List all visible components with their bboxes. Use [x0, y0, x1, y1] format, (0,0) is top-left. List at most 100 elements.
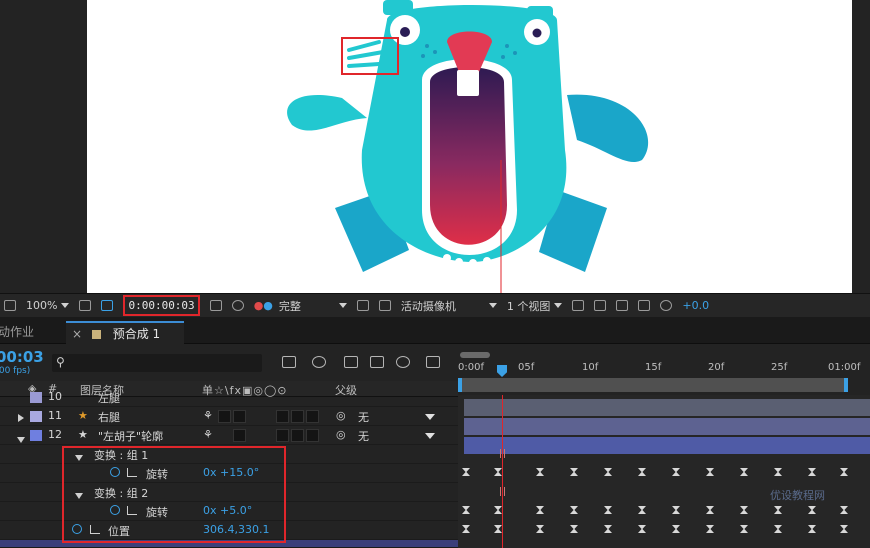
switch-box[interactable]: [276, 410, 289, 423]
views-select[interactable]: 1 个视图: [507, 296, 567, 316]
layer-name[interactable]: 右腿: [98, 409, 120, 425]
expand-arrow-icon[interactable]: [18, 414, 24, 422]
keyframe-icon[interactable]: [740, 468, 748, 476]
layer-bar-11[interactable]: [464, 418, 870, 435]
keyframe-icon[interactable]: [638, 468, 646, 476]
layer-color-label[interactable]: [30, 430, 42, 441]
monitor-icon[interactable]: [4, 296, 20, 316]
switch-box[interactable]: [291, 429, 304, 442]
shy-layers-icon[interactable]: [344, 356, 358, 368]
keyframe-icon[interactable]: [706, 525, 714, 533]
graph-editor-icon[interactable]: [426, 356, 440, 368]
keyframe-icon[interactable]: [462, 506, 470, 514]
keyframe-icon[interactable]: [536, 525, 544, 533]
mask-icon[interactable]: [101, 296, 117, 316]
shy-switch-icon[interactable]: ⚘: [203, 428, 213, 441]
keyframe-icon[interactable]: [672, 525, 680, 533]
time-ruler[interactable]: 0:00f 05f 10f 15f 20f 25f 01:00f: [458, 344, 870, 395]
keyframe-icon[interactable]: [604, 468, 612, 476]
keyframe-icon[interactable]: [536, 506, 544, 514]
keyframe-icon[interactable]: [672, 468, 680, 476]
keyframe-icon[interactable]: [808, 525, 816, 533]
layer-row[interactable]: 12 ★ "左胡子"轮廓 ⚘ ◎ 无: [0, 426, 458, 445]
transparency-grid-icon[interactable]: [378, 296, 395, 316]
chevron-down-icon[interactable]: [425, 433, 435, 439]
layer-name[interactable]: 左腿: [98, 390, 120, 406]
layer-bar-12[interactable]: [464, 437, 870, 454]
keyframe-icon[interactable]: [706, 506, 714, 514]
keyframe-icon[interactable]: [536, 468, 544, 476]
switch-box[interactable]: [291, 410, 304, 423]
zoom-select[interactable]: 100%: [26, 296, 73, 316]
resolution-select[interactable]: 完整: [279, 296, 351, 316]
collapse-arrow-icon[interactable]: [17, 437, 25, 443]
layer-row[interactable]: 10 左腿: [0, 388, 458, 407]
chevron-down-icon[interactable]: [425, 414, 435, 420]
parent-select[interactable]: 无: [358, 409, 369, 425]
motion-blur-icon[interactable]: [396, 356, 410, 368]
keyframe-icon[interactable]: [638, 506, 646, 514]
layer-color-label[interactable]: [30, 392, 42, 403]
switch-box[interactable]: [233, 410, 246, 423]
pick-whip-icon[interactable]: ◎: [336, 409, 346, 422]
layer-row[interactable]: 11 ★ 右腿 ⚘ ◎ 无: [0, 407, 458, 426]
color-channels-icon[interactable]: ● ●: [254, 296, 273, 316]
draft-3d-icon[interactable]: [312, 356, 326, 368]
tab-render-queue[interactable]: 动作业: [0, 321, 40, 344]
current-time[interactable]: 00:03: [0, 348, 44, 366]
keyframe-icon[interactable]: [774, 468, 782, 476]
layer-color-label[interactable]: [30, 411, 42, 422]
keyframe-icon[interactable]: [808, 506, 816, 514]
exposure-value[interactable]: +0.0: [682, 296, 709, 316]
zoom-slider[interactable]: [460, 352, 490, 358]
keyframe-icon[interactable]: [840, 506, 848, 514]
keyframe-icon[interactable]: [840, 525, 848, 533]
keyframe-icon[interactable]: [774, 525, 782, 533]
keyframe-icon[interactable]: [638, 525, 646, 533]
switch-box[interactable]: [306, 410, 319, 423]
parent-select[interactable]: 无: [358, 428, 369, 444]
work-area-end-handle[interactable]: [844, 378, 848, 392]
switch-box[interactable]: [218, 410, 231, 423]
timecode-display[interactable]: 0:00:00:03: [123, 295, 200, 316]
fast-preview-icon[interactable]: [594, 296, 610, 316]
keyframe-icon[interactable]: [672, 506, 680, 514]
camera-select[interactable]: 活动摄像机: [401, 296, 501, 316]
work-area-bar[interactable]: [458, 378, 846, 392]
region-icon[interactable]: [356, 296, 373, 316]
link-icon[interactable]: [231, 296, 248, 316]
switch-box[interactable]: [233, 429, 246, 442]
switch-box[interactable]: [276, 429, 289, 442]
layer-bar-10[interactable]: [464, 399, 870, 416]
keyframe-icon[interactable]: [808, 468, 816, 476]
flowchart-icon[interactable]: [638, 296, 654, 316]
pick-whip-icon[interactable]: ◎: [336, 428, 346, 441]
camera-icon[interactable]: [209, 296, 226, 316]
shy-switch-icon[interactable]: ⚘: [203, 409, 213, 422]
keyframe-icon[interactable]: [494, 506, 502, 514]
toggle-icon[interactable]: [572, 296, 588, 316]
tab-composition[interactable]: × 预合成 1 ≡: [66, 321, 184, 364]
keyframe-icon[interactable]: [774, 506, 782, 514]
keyframe-icon[interactable]: [494, 525, 502, 533]
layer-search-input[interactable]: ⚲: [52, 354, 262, 372]
keyframe-icon[interactable]: [604, 525, 612, 533]
timeline-icon[interactable]: [616, 296, 632, 316]
close-icon[interactable]: ×: [72, 327, 82, 341]
keyframe-icon[interactable]: [570, 525, 578, 533]
keyframe-icon[interactable]: [740, 525, 748, 533]
keyframe-icon[interactable]: [462, 468, 470, 476]
timeline-track-area[interactable]: 优设教程网: [458, 395, 870, 548]
keyframe-icon[interactable]: [706, 468, 714, 476]
keyframe-icon[interactable]: [604, 506, 612, 514]
keyframe-icon[interactable]: [494, 468, 502, 476]
switch-box[interactable]: [306, 429, 319, 442]
composition-canvas[interactable]: [87, 0, 852, 293]
keyframe-icon[interactable]: [740, 506, 748, 514]
comp-mini-flowchart-icon[interactable]: [282, 356, 296, 368]
layer-name[interactable]: "左胡子"轮廓: [98, 428, 163, 444]
keyframe-icon[interactable]: [570, 468, 578, 476]
keyframe-icon[interactable]: [462, 525, 470, 533]
keyframe-icon[interactable]: [570, 506, 578, 514]
keyframe-icon[interactable]: [840, 468, 848, 476]
